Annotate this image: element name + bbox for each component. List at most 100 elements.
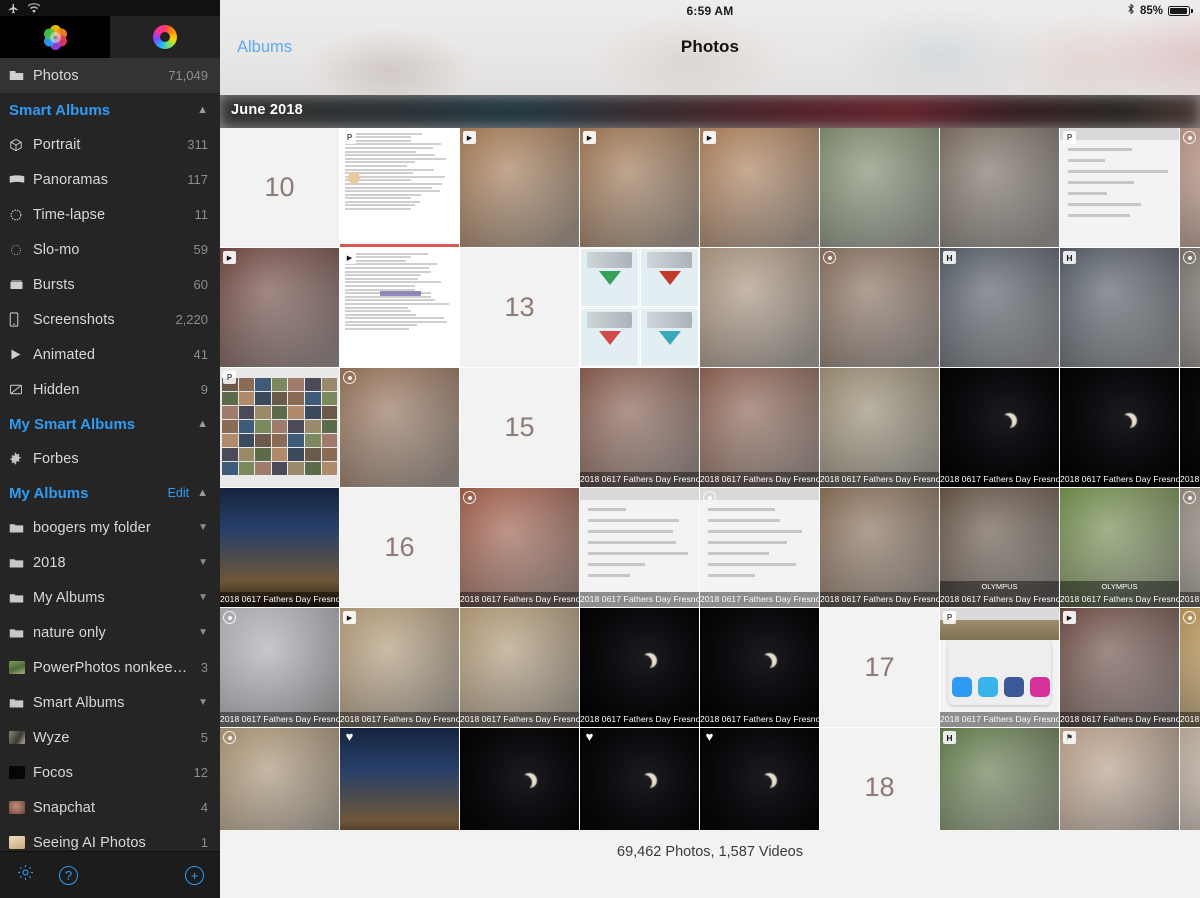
photo-cell[interactable]: [1180, 128, 1200, 248]
photo-cell[interactable]: ♥2018 0617 Fathers Day Fresno: [580, 728, 700, 830]
gear-icon: [9, 452, 33, 465]
sidebar-item-smart-albums-folder[interactable]: Smart Albums ▼: [0, 685, 220, 720]
photo-cell[interactable]: ▶ 2018 0617 Fathers Day Fresno: [340, 608, 460, 728]
photo-cell[interactable]: P: [220, 368, 340, 488]
photo-cell[interactable]: 2018 0617 Fathers Day Fresno: [220, 488, 340, 608]
photo-cell[interactable]: [1180, 728, 1200, 830]
sidebar-item-powerphotos-nonkeepers[interactable]: PowerPhotos nonkeepers 3: [0, 650, 220, 685]
photo-cell[interactable]: 2018 0617 Fathers Day Fresno: [1180, 488, 1200, 608]
photo-cell[interactable]: OLYMPUS 2018 0617 Fathers Day Fresno: [940, 488, 1060, 608]
photo-cell[interactable]: ♥2018 0617 Fathers Day Fresno: [340, 728, 460, 830]
photo-cell[interactable]: H: [940, 728, 1060, 830]
sidebar-item-snapchat[interactable]: Snapchat 4: [0, 790, 220, 825]
sidebar-item-slo-mo[interactable]: Slo-mo 59: [0, 232, 220, 267]
photo-cell[interactable]: 2018 0617 Fathers Day Fresno: [700, 488, 820, 608]
photo-caption: 2018 0617 Fathers Day Fresno: [460, 712, 579, 727]
chevron-down-icon[interactable]: ▼: [198, 592, 208, 603]
photo-cell[interactable]: 2018 0617 Fathers Day Fresno: [1180, 608, 1200, 728]
chevron-down-icon[interactable]: ▼: [198, 522, 208, 533]
help-button[interactable]: ?: [59, 866, 78, 885]
photo-cell[interactable]: 2018 0617 Fathers Day Fresno: [700, 608, 820, 728]
chevron-up-icon[interactable]: ▲: [197, 418, 208, 430]
photo-cell[interactable]: 2018 0617 Fathers Day Fresno: [1060, 368, 1180, 488]
sidebar-item-photos[interactable]: Photos 71,049: [0, 58, 220, 93]
sidebar-item-2018[interactable]: 2018 ▼: [0, 545, 220, 580]
photo-cell[interactable]: ♥2018 0617 Fathers Day Fresno: [700, 728, 820, 830]
sidebar-item-forbes[interactable]: Forbes: [0, 441, 220, 476]
edit-albums-button[interactable]: Edit: [168, 486, 190, 500]
sidebar-item-portrait[interactable]: Portrait 311: [0, 127, 220, 162]
sidebar-item-my-albums-folder[interactable]: My Albums ▼: [0, 580, 220, 615]
sidebar-item-boogers-my-folder[interactable]: boogers my folder ▼: [0, 510, 220, 545]
photo-cell[interactable]: [820, 128, 940, 248]
photo-cell[interactable]: 2018 0617 Fathers Day Fresno: [1180, 368, 1200, 488]
photo-cell[interactable]: 2018 0617 Fathers Day Fresno: [460, 608, 580, 728]
photo-caption: 2018 0617 Fathers Day Fresno: [940, 472, 1059, 487]
chevron-down-icon[interactable]: ▼: [198, 557, 208, 568]
photos-library-tab[interactable]: [0, 16, 110, 58]
day-marker-cell[interactable]: 17: [820, 608, 940, 728]
day-marker-cell[interactable]: 16: [340, 488, 460, 608]
photo-cell[interactable]: P 2018 0617 Fathers Day Fresno: [940, 608, 1060, 728]
photo-grid-scroll[interactable]: 10 P ▶ ▶ ▶ P ▶ ▶ 13 H H P 15 2018 0617 Fathers Day Fr…: [220, 128, 1200, 830]
sidebar-item-wyze[interactable]: Wyze 5: [0, 720, 220, 755]
people-tab[interactable]: [110, 16, 220, 58]
photo-caption: 2018 0617 Fathers Day Fresno: [1180, 712, 1200, 727]
photo-cell[interactable]: 2018 0617 Fathers Day Fresno: [460, 488, 580, 608]
sidebar-item-hidden[interactable]: Hidden 9: [0, 372, 220, 407]
photo-cell[interactable]: H: [1060, 248, 1180, 368]
sidebar-tab-bar[interactable]: [0, 16, 220, 58]
back-to-albums-button[interactable]: Albums: [237, 38, 292, 57]
sidebar-item-focos[interactable]: Focos 12: [0, 755, 220, 790]
photo-cell[interactable]: P: [1060, 128, 1180, 248]
photo-cell[interactable]: 2018 0617 Fathers Day Fresno: [700, 368, 820, 488]
photo-cell[interactable]: P: [340, 128, 460, 248]
photo-cell[interactable]: 2018 0617 Fathers Day Fresno: [580, 368, 700, 488]
settings-gear-button[interactable]: [16, 863, 35, 887]
photo-cell[interactable]: 2018 0617 Fathers Day Fresno: [220, 728, 340, 830]
photo-cell[interactable]: [580, 248, 700, 368]
sidebar-item-label: My Albums: [33, 590, 192, 606]
photo-cell[interactable]: [940, 128, 1060, 248]
chevron-up-icon[interactable]: ▲: [197, 104, 208, 116]
sidebar-item-nature-only[interactable]: nature only ▼: [0, 615, 220, 650]
photo-cell[interactable]: OLYMPUS 2018 0617 Fathers Day Fresno: [1060, 488, 1180, 608]
photo-cell[interactable]: ⚑: [1060, 728, 1180, 830]
photo-cell[interactable]: [820, 248, 940, 368]
sidebar-header-my-albums[interactable]: My Albums Edit ▲: [0, 476, 220, 510]
photo-cell[interactable]: [1180, 248, 1200, 368]
photo-cell[interactable]: 2018 0617 Fathers Day Fresno: [580, 608, 700, 728]
add-album-button[interactable]: +: [185, 866, 204, 885]
sidebar-header-my-smart-albums[interactable]: My Smart Albums ▲: [0, 407, 220, 441]
sidebar-item-panoramas[interactable]: Panoramas 117: [0, 162, 220, 197]
sidebar-item-screenshots[interactable]: Screenshots 2,220: [0, 302, 220, 337]
day-marker-cell[interactable]: 10: [220, 128, 340, 248]
day-marker-cell[interactable]: 18: [820, 728, 940, 830]
photo-cell[interactable]: ▶: [460, 128, 580, 248]
photo-cell[interactable]: ▶ 2018 0617 Fathers Day Fresno: [1060, 608, 1180, 728]
chevron-up-icon[interactable]: ▲: [197, 487, 208, 499]
photo-thumbnail: [1060, 368, 1179, 487]
sidebar-item-time-lapse[interactable]: Time-lapse 11: [0, 197, 220, 232]
photo-cell[interactable]: [340, 368, 460, 488]
photo-cell[interactable]: H: [940, 248, 1060, 368]
photo-cell[interactable]: ▶: [580, 128, 700, 248]
chevron-down-icon[interactable]: ▼: [198, 697, 208, 708]
day-marker-cell[interactable]: 15: [460, 368, 580, 488]
photo-cell[interactable]: [700, 248, 820, 368]
photo-cell[interactable]: 2018 0617 Fathers Day Fresno: [220, 608, 340, 728]
sidebar-item-seeing-ai-photos[interactable]: Seeing AI Photos 1: [0, 825, 220, 851]
chevron-down-icon[interactable]: ▼: [198, 627, 208, 638]
photo-cell[interactable]: 2018 0617 Fathers Day Fresno: [820, 368, 940, 488]
photo-cell[interactable]: 2018 0617 Fathers Day Fresno: [460, 728, 580, 830]
sidebar-header-smart-albums[interactable]: Smart Albums ▲: [0, 93, 220, 127]
day-marker-cell[interactable]: 13: [460, 248, 580, 368]
sidebar-item-animated[interactable]: Animated 41: [0, 337, 220, 372]
sidebar-item-bursts[interactable]: Bursts 60: [0, 267, 220, 302]
photo-cell[interactable]: ▶: [220, 248, 340, 368]
photo-cell[interactable]: 2018 0617 Fathers Day Fresno: [580, 488, 700, 608]
photo-cell[interactable]: ▶: [340, 248, 460, 368]
photo-cell[interactable]: 2018 0617 Fathers Day Fresno: [940, 368, 1060, 488]
photo-cell[interactable]: ▶: [700, 128, 820, 248]
photo-cell[interactable]: 2018 0617 Fathers Day Fresno: [820, 488, 940, 608]
